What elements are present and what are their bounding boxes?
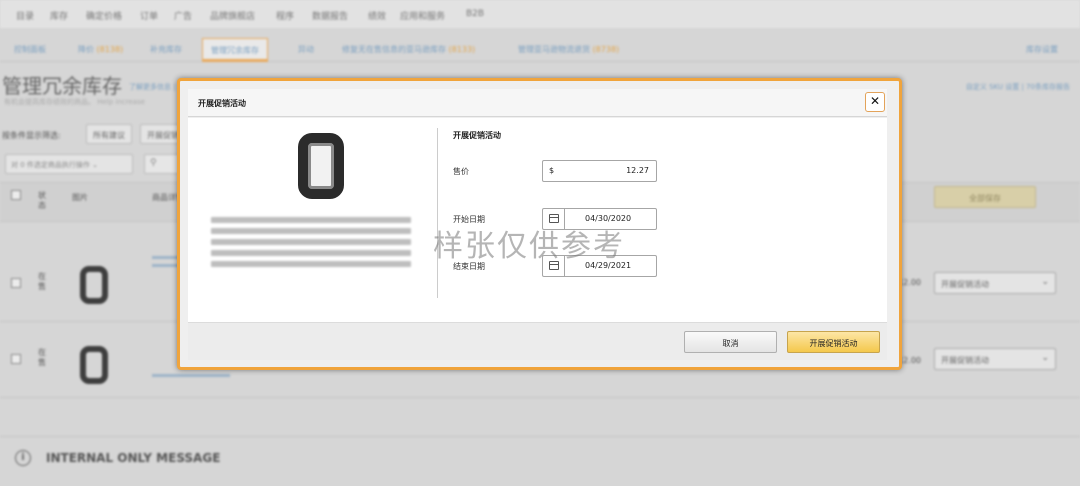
product-title-line	[211, 239, 411, 245]
row-action-label: 开展促销活动	[941, 356, 989, 365]
nav-item-apps[interactable]: 应用和服务	[400, 9, 445, 22]
nav-item-catalog[interactable]: 目录	[16, 9, 34, 22]
tab-label: 管理冗余库存	[211, 46, 259, 55]
inventory-settings-link[interactable]: 库存设置	[1026, 44, 1058, 55]
report-links[interactable]: 自定义 SKU 设置 | 70条库存报告	[966, 82, 1070, 92]
modal-footer: 取消 开展促销活动	[188, 322, 887, 360]
nav-item-orders[interactable]: 订单	[140, 9, 158, 22]
nav-item-inventory[interactable]: 库存	[50, 9, 68, 22]
nav-item-advertising[interactable]: 广告	[174, 9, 192, 22]
tab-badge: (8133)	[448, 45, 476, 54]
internal-message-bar: i INTERNAL ONLY MESSAGE	[0, 436, 1080, 478]
product-title-line	[211, 250, 411, 256]
price-value: 12.27	[626, 166, 649, 175]
chevron-down-icon: ⌄	[1041, 277, 1049, 287]
product-title-line	[211, 261, 411, 267]
row-checkbox[interactable]	[11, 278, 21, 288]
header-image: 图片	[72, 193, 88, 202]
tab-price-drop[interactable]: 降价 (8138)	[78, 44, 123, 55]
sub-nav-tabs: 控制面板 降价 (8138) 补充库存 管理冗余库存 异动 修复无在售信息的亚马…	[0, 36, 1080, 62]
promotion-modal: 开展促销活动 ✕ 开展促销活动 售价 $ 12.27 开始日期 04/30/20…	[177, 78, 902, 370]
tab-label: 修复无在售信息的亚马逊库存	[342, 45, 446, 54]
product-image	[298, 133, 344, 199]
bulk-action-select[interactable]: 对 0 件选定商品执行操作 ⌄	[5, 154, 133, 174]
vertical-divider	[437, 128, 438, 298]
promotion-section-title: 开展促销活动	[453, 131, 501, 140]
nav-item-reports[interactable]: 数据报告	[312, 9, 348, 22]
watermark: 样张仅供参考	[433, 229, 625, 264]
page-subtitle: 有机会提高库存绩效的商品。 Help increase	[4, 98, 145, 106]
tab-stranded[interactable]: 异动	[298, 44, 314, 55]
tab-fba-returns[interactable]: 管理亚马逊物流退货 (8738)	[518, 44, 619, 55]
nav-item-pricing[interactable]: 确定价格	[86, 9, 122, 22]
modal-header: 开展促销活动 ✕	[188, 89, 887, 117]
tab-dashboard[interactable]: 控制面板	[14, 44, 46, 55]
nav-item-performance[interactable]: 绩效	[368, 9, 386, 22]
select-all-checkbox[interactable]	[11, 190, 21, 200]
tab-label: 补充库存	[150, 45, 182, 54]
tab-restock[interactable]: 补充库存	[150, 44, 182, 55]
page-title: 管理冗余库存	[2, 74, 122, 98]
row-status: 在售	[38, 348, 46, 367]
modal-body: 开展促销活动 售价 $ 12.27 开始日期 04/30/2020 结束日期 0…	[188, 118, 887, 322]
tab-label: 管理亚马逊物流退货	[518, 45, 590, 54]
info-icon: i	[15, 450, 31, 466]
row-status: 在售	[38, 272, 46, 291]
tab-manage-excess[interactable]: 管理冗余库存	[202, 38, 268, 62]
row-action-label: 开展促销活动	[941, 280, 989, 289]
row-action-select[interactable]: 开展促销活动 ⌄	[934, 348, 1056, 370]
top-nav: 目录 库存 确定价格 订单 广告 品牌旗舰店 程序 数据报告 绩效 应用和服务 …	[0, 0, 1080, 28]
close-icon[interactable]: ✕	[865, 92, 885, 112]
price-label: 售价	[453, 167, 469, 176]
price-input[interactable]: $ 12.27	[542, 160, 657, 182]
nav-item-stores[interactable]: 品牌旗舰店	[210, 9, 255, 22]
row-thumbnail	[80, 346, 108, 384]
modal-title: 开展促销活动	[198, 99, 246, 108]
internal-message-text: INTERNAL ONLY MESSAGE	[46, 451, 221, 465]
product-title-line	[211, 217, 411, 223]
chevron-down-icon: ⌄	[1041, 353, 1049, 363]
tab-fix-listings[interactable]: 修复无在售信息的亚马逊库存 (8133)	[342, 44, 475, 55]
row-product-link[interactable]	[152, 374, 230, 377]
bulk-action-label: 对 0 件选定商品执行操作	[11, 161, 90, 169]
tab-label: 异动	[298, 45, 314, 54]
header-status: 状态	[38, 191, 46, 210]
tab-badge: (8738)	[592, 45, 620, 54]
tab-label: 控制面板	[14, 45, 46, 54]
search-icon: ⚲	[150, 158, 157, 168]
row-thumbnail	[80, 266, 108, 304]
row-action-select[interactable]: 开展促销活动 ⌄	[934, 272, 1056, 294]
row-checkbox[interactable]	[11, 354, 21, 364]
cancel-button[interactable]: 取消	[684, 331, 777, 353]
filter-chip-all[interactable]: 所有建议	[86, 124, 132, 144]
product-title-line	[211, 228, 411, 234]
save-all-button[interactable]: 全部保存	[934, 186, 1036, 208]
currency-symbol: $	[549, 166, 555, 175]
tab-badge: (8138)	[96, 45, 124, 54]
tab-label: 降价	[78, 45, 94, 54]
filter-label: 按条件显示筛选:	[2, 131, 61, 140]
run-promotion-button[interactable]: 开展促销活动	[787, 331, 880, 353]
nav-item-programs[interactable]: 程序	[276, 9, 294, 22]
nav-item-b2b[interactable]: B2B	[466, 9, 484, 19]
